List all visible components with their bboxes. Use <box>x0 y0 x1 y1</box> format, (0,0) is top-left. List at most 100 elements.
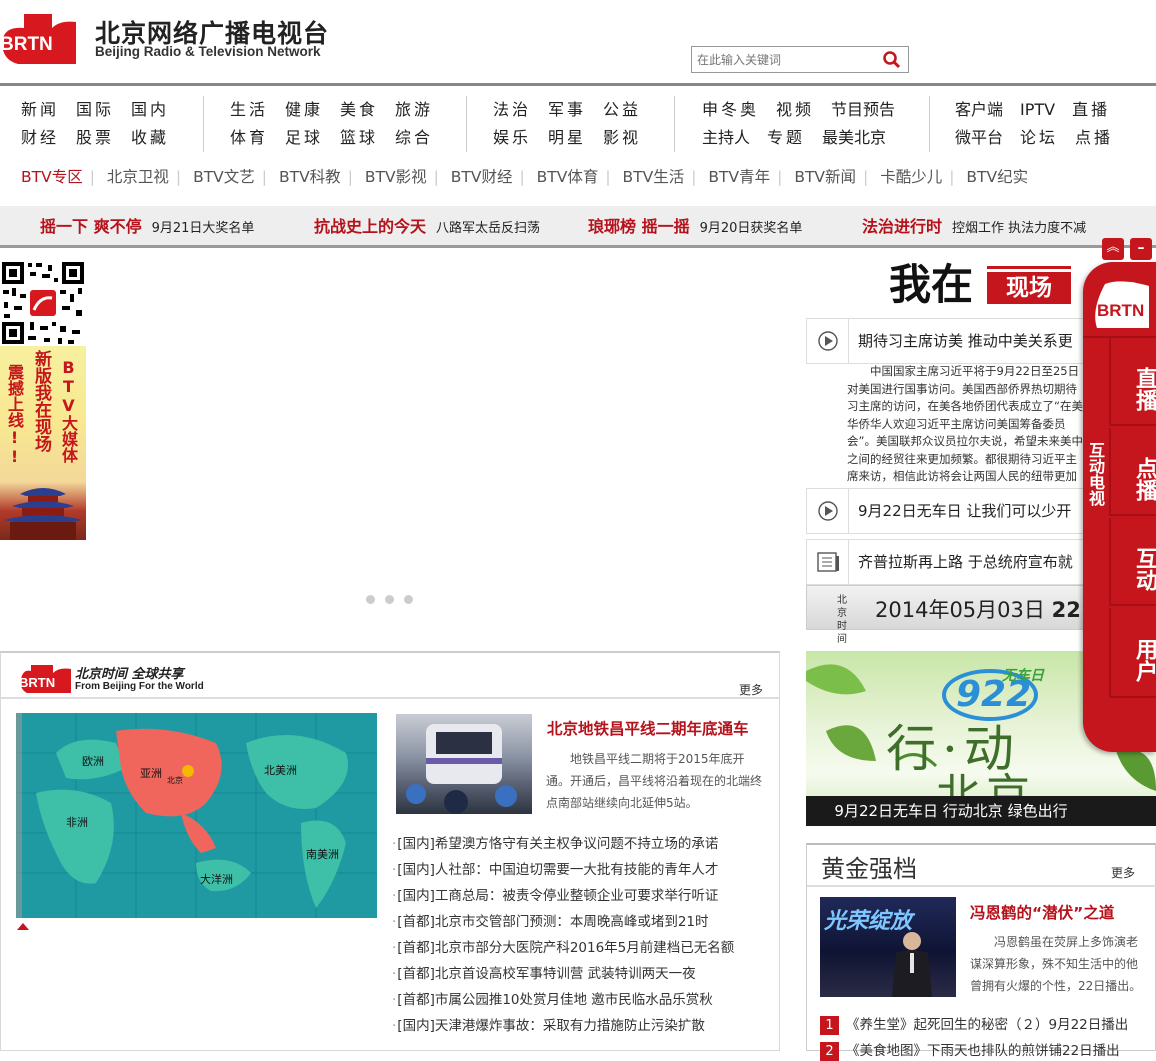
channel-link[interactable]: BTV纪实 <box>966 164 1028 190</box>
news-title[interactable]: 齐普拉斯再上路 于总统府宣布就 <box>858 540 1073 584</box>
nav-link[interactable]: 主持人 <box>702 124 750 152</box>
nav-link[interactable]: 股票 <box>76 124 114 152</box>
promo-sub[interactable]: 控烟工作 执法力度不减 <box>952 221 1086 236</box>
channel-link[interactable]: 北京卫视 <box>107 164 169 190</box>
list-item[interactable]: ·[国内]天津港爆炸事故：采取有力措施防止污染扩散 <box>392 1013 772 1039</box>
play-icon[interactable] <box>807 489 849 533</box>
nav-link[interactable]: 综合 <box>395 124 433 152</box>
back-to-top-button[interactable]: ︽ <box>1102 238 1124 260</box>
nav-link[interactable]: 明星 <box>548 124 586 152</box>
subway-photo[interactable] <box>396 714 532 814</box>
nav-link[interactable]: 国际 <box>76 96 114 124</box>
nav-link[interactable]: 财经 <box>21 124 59 152</box>
list-item[interactable]: ·[国内]工商总局：被责令停业整顿企业可要求举行听证 <box>392 883 772 909</box>
news-title[interactable]: 9月22日无车日 让我们可以少开 <box>858 489 1071 533</box>
nav-link[interactable]: 客户端 <box>955 96 1003 124</box>
more-link[interactable]: 更多 <box>1111 864 1135 881</box>
nav-link[interactable]: 直播 <box>1072 96 1110 124</box>
promo-sub[interactable]: 9月20日获奖名单 <box>700 221 803 236</box>
nav-link[interactable]: 娱乐 <box>493 124 531 152</box>
nav-link[interactable]: 视频 <box>776 96 814 124</box>
rank-item[interactable]: 1 《养生堂》起死回生的秘密（２）9月22日播出 <box>820 1015 1128 1035</box>
channel-link[interactable]: BTV青年 <box>708 164 770 190</box>
app-promo-banner[interactable]: 震撼上线!! 新版我在现场 BTV大媒体 <box>0 346 86 540</box>
channel-link-btv[interactable]: BTV专区 <box>21 164 83 190</box>
story-headline[interactable]: 北京地铁昌平线二期年底通车 <box>547 717 749 739</box>
promo-item[interactable]: 法治进行时 控烟工作 执法力度不减 <box>862 206 1086 248</box>
nav-link[interactable]: 足球 <box>285 124 323 152</box>
slider-dot[interactable] <box>404 595 413 604</box>
world-map[interactable]: 欧洲 亚洲 北京 北美洲 非洲 南美洲 大洋洲 <box>16 713 377 918</box>
nav-link[interactable]: 节目预告 <box>831 96 895 124</box>
nav-link[interactable]: 影视 <box>603 124 641 152</box>
promo-sub[interactable]: 9月21日大奖名单 <box>152 221 255 236</box>
nav-link[interactable]: 健康 <box>285 96 323 124</box>
promo-title[interactable]: 琅琊榜 摇一摇 <box>588 217 690 236</box>
qr-code[interactable] <box>0 260 86 346</box>
nav-link[interactable]: 军事 <box>548 96 586 124</box>
promo-title[interactable]: 法治进行时 <box>862 217 942 236</box>
promo-title[interactable]: 摇一下 爽不停 <box>40 217 142 236</box>
sidebar-vod[interactable]: 点播 <box>1109 428 1156 516</box>
nav-link[interactable]: IPTV <box>1020 96 1055 124</box>
nav-link[interactable]: 美食 <box>340 96 378 124</box>
news-item[interactable]: 齐普拉斯再上路 于总统府宣布就 <box>806 539 1096 585</box>
banner-caption[interactable]: 9月22日无车日 行动北京 绿色出行 <box>806 796 1156 826</box>
channel-link[interactable]: BTV生活 <box>623 164 685 190</box>
show-photo[interactable]: 光荣绽放 <box>820 897 956 997</box>
brtn-logo[interactable]: BRTN <box>0 12 78 66</box>
nav-link[interactable]: 申冬奥 <box>702 96 759 124</box>
live-scene-logo[interactable]: 我在 现场 <box>889 262 1073 310</box>
nav-link[interactable]: 体育 <box>230 124 268 152</box>
promo-item[interactable]: 抗战史上的今天 八路军太岳反扫荡 <box>314 206 540 248</box>
rank-item[interactable]: 2 《美食地图》下雨天也排队的煎饼铺22日播出 <box>820 1041 1120 1061</box>
rank-text[interactable]: 《养生堂》起死回生的秘密（２）9月22日播出 <box>846 1017 1128 1033</box>
channel-link[interactable]: BTV文艺 <box>193 164 255 190</box>
nav-link[interactable]: 新闻 <box>21 96 59 124</box>
promo-item[interactable]: 琅琊榜 摇一摇 9月20日获奖名单 <box>588 206 802 248</box>
minimize-button[interactable]: – <box>1130 238 1152 260</box>
sidebar-user[interactable]: 用户 <box>1109 608 1156 698</box>
search-icon[interactable] <box>882 50 902 70</box>
list-item[interactable]: ·[首都]北京市部分大医院产科2016年5月前建档已无名额 <box>392 935 772 961</box>
channel-link[interactable]: BTV新闻 <box>794 164 856 190</box>
list-item[interactable]: ·[首都]北京首设高校军事特训营 武装特训两天一夜 <box>392 961 772 987</box>
news-title[interactable]: 期待习主席访美 推动中美关系更 <box>858 319 1073 363</box>
promo-sub[interactable]: 八路军太岳反扫荡 <box>436 221 540 236</box>
promo-title[interactable]: 抗战史上的今天 <box>314 217 426 236</box>
nav-link[interactable]: 论坛 <box>1020 124 1058 152</box>
nav-link[interactable]: 专题 <box>767 124 805 152</box>
nav-link[interactable]: 微平台 <box>955 124 1003 152</box>
slider-dot[interactable] <box>366 595 375 604</box>
list-item[interactable]: ·[首都]市属公园推10处赏月佳地 邀市民临水品乐赏秋 <box>392 987 772 1013</box>
nav-link[interactable]: 篮球 <box>340 124 378 152</box>
list-item[interactable]: ·[国内]希望澳方恪守有关主权争议问题不持立场的承诺 <box>392 831 772 857</box>
nav-link[interactable]: 旅游 <box>395 96 433 124</box>
play-icon[interactable] <box>807 319 849 363</box>
article-icon[interactable] <box>807 540 849 584</box>
sidebar-interact[interactable]: 互动 <box>1109 518 1156 606</box>
rank-text[interactable]: 《美食地图》下雨天也排队的煎饼铺22日播出 <box>846 1043 1120 1059</box>
nav-link[interactable]: 国内 <box>131 96 169 124</box>
channel-link[interactable]: BTV体育 <box>537 164 599 190</box>
sidebar-live[interactable]: 直播 <box>1109 338 1156 426</box>
list-item[interactable]: ·[首都]北京市交管部门预测：本周晚高峰或堵到21时 <box>392 909 772 935</box>
slider-dot[interactable] <box>385 595 394 604</box>
show-headline[interactable]: 冯恩鹤的“潜伏”之道 <box>970 901 1114 923</box>
news-item[interactable]: 期待习主席访美 推动中美关系更 <box>806 318 1096 364</box>
channel-link[interactable]: BTV影视 <box>365 164 427 190</box>
nav-link[interactable]: 点播 <box>1075 124 1113 152</box>
more-link[interactable]: 更多 <box>739 681 763 698</box>
nav-link[interactable]: 收藏 <box>131 124 169 152</box>
nav-link[interactable]: 法治 <box>493 96 531 124</box>
nav-link[interactable]: 最美北京 <box>822 124 886 152</box>
search-input[interactable] <box>692 47 872 72</box>
channel-link[interactable]: BTV财经 <box>451 164 513 190</box>
nav-link[interactable]: 生活 <box>230 96 268 124</box>
channel-link[interactable]: 卡酷少儿 <box>880 164 942 190</box>
promo-item[interactable]: 摇一下 爽不停 9月21日大奖名单 <box>40 206 254 248</box>
nav-link[interactable]: 公益 <box>603 96 641 124</box>
map-scroll-arrow-icon[interactable] <box>16 921 30 931</box>
sidebar-logo[interactable]: BRTN <box>1091 280 1153 332</box>
news-item[interactable]: 9月22日无车日 让我们可以少开 <box>806 488 1096 534</box>
